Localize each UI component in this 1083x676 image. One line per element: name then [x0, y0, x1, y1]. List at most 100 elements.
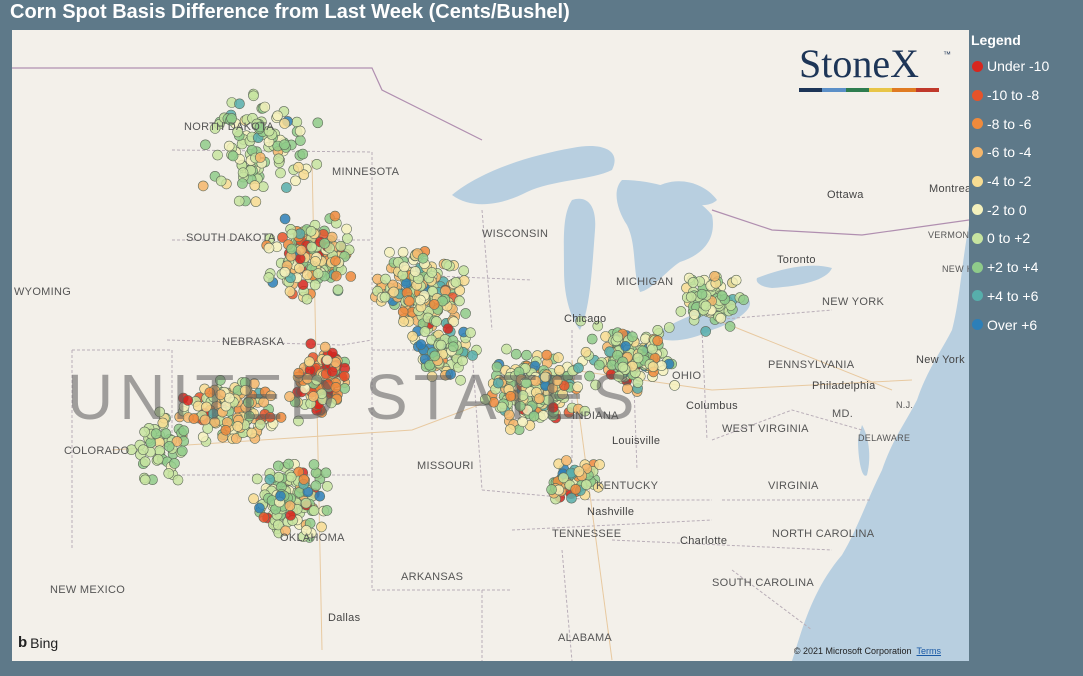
basis-marker[interactable] [283, 458, 294, 470]
basis-marker[interactable] [521, 349, 532, 361]
basis-marker[interactable] [561, 455, 572, 466]
basis-marker[interactable] [428, 299, 440, 310]
basis-marker[interactable] [284, 286, 296, 297]
basis-marker[interactable] [580, 479, 592, 491]
basis-marker[interactable] [293, 161, 304, 173]
basis-marker[interactable] [407, 330, 418, 342]
legend-item[interactable]: -4 to -2 [969, 167, 1079, 196]
basis-marker[interactable] [404, 295, 415, 307]
basis-marker[interactable] [306, 241, 318, 253]
basis-marker[interactable] [273, 471, 285, 483]
basis-marker[interactable] [441, 259, 452, 270]
basis-marker[interactable] [320, 467, 332, 479]
basis-marker[interactable] [251, 473, 263, 485]
terms-link[interactable]: Terms [917, 646, 942, 656]
basis-marker[interactable] [675, 306, 687, 317]
basis-marker[interactable] [286, 243, 298, 255]
basis-marker[interactable] [417, 253, 429, 264]
basis-marker[interactable] [409, 266, 421, 277]
basis-marker[interactable] [275, 490, 286, 502]
basis-marker[interactable] [738, 294, 749, 306]
basis-marker[interactable] [379, 291, 391, 303]
basis-marker[interactable] [297, 148, 309, 160]
basis-marker[interactable] [273, 153, 285, 165]
basis-marker[interactable] [663, 322, 675, 333]
basis-marker[interactable] [291, 116, 303, 128]
basis-marker[interactable] [250, 196, 262, 207]
basis-marker[interactable] [586, 333, 598, 345]
basis-marker[interactable] [249, 180, 261, 191]
legend-item[interactable]: +4 to +6 [969, 282, 1079, 311]
basis-marker[interactable] [342, 233, 353, 244]
basis-marker[interactable] [319, 341, 331, 353]
basis-marker[interactable] [700, 300, 712, 312]
basis-marker[interactable] [415, 339, 427, 350]
basis-marker[interactable] [279, 266, 291, 278]
basis-marker[interactable] [279, 139, 290, 150]
basis-marker[interactable] [285, 471, 297, 483]
basis-marker[interactable] [546, 484, 557, 495]
basis-marker[interactable] [305, 338, 317, 350]
basis-marker[interactable] [566, 492, 577, 504]
basis-marker[interactable] [294, 262, 305, 274]
basis-marker[interactable] [279, 118, 290, 129]
basis-marker[interactable] [227, 150, 239, 162]
basis-marker[interactable] [258, 512, 270, 523]
legend-item[interactable]: -8 to -6 [969, 109, 1079, 138]
basis-marker[interactable] [285, 510, 296, 521]
basis-marker[interactable] [308, 505, 320, 516]
basis-marker[interactable] [627, 331, 638, 343]
basis-marker[interactable] [281, 182, 292, 193]
basis-marker[interactable] [286, 228, 298, 240]
basis-marker[interactable] [419, 326, 431, 337]
basis-marker[interactable] [316, 521, 327, 533]
basis-marker[interactable] [152, 453, 164, 465]
basis-marker[interactable] [233, 195, 245, 207]
basis-marker[interactable] [398, 261, 410, 273]
basis-marker[interactable] [272, 460, 284, 472]
basis-marker[interactable] [688, 309, 700, 320]
basis-marker[interactable] [163, 441, 175, 452]
basis-marker[interactable] [264, 474, 276, 485]
basis-marker[interactable] [319, 238, 330, 249]
basis-marker[interactable] [709, 271, 720, 282]
basis-marker[interactable] [647, 361, 659, 373]
basis-marker[interactable] [730, 274, 742, 286]
basis-marker[interactable] [139, 456, 151, 468]
bing-attribution[interactable]: b Bing [18, 634, 58, 651]
basis-marker[interactable] [300, 497, 312, 509]
basis-marker[interactable] [301, 269, 313, 281]
basis-marker[interactable] [724, 321, 736, 332]
basis-marker[interactable] [329, 210, 341, 222]
basis-marker[interactable] [415, 294, 426, 306]
basis-marker[interactable] [321, 505, 333, 516]
basis-marker[interactable] [700, 326, 712, 337]
basis-marker[interactable] [294, 125, 306, 137]
basis-marker[interactable] [312, 117, 324, 129]
basis-marker[interactable] [442, 323, 454, 335]
basis-marker[interactable] [295, 135, 306, 146]
basis-marker[interactable] [301, 293, 313, 305]
basis-marker[interactable] [237, 178, 248, 189]
legend-item[interactable]: -6 to -4 [969, 138, 1079, 167]
legend-item[interactable]: +2 to +4 [969, 253, 1079, 282]
basis-marker[interactable] [139, 474, 151, 486]
basis-marker[interactable] [580, 346, 592, 358]
basis-marker[interactable] [612, 331, 624, 343]
basis-marker[interactable] [290, 175, 301, 187]
basis-marker[interactable] [255, 152, 266, 163]
basis-marker[interactable] [172, 474, 184, 486]
basis-marker[interactable] [234, 98, 245, 110]
basis-marker[interactable] [397, 306, 409, 318]
basis-marker[interactable] [332, 284, 344, 296]
basis-marker[interactable] [237, 167, 249, 178]
basis-marker[interactable] [169, 458, 180, 469]
basis-marker[interactable] [345, 271, 357, 282]
basis-marker[interactable] [458, 265, 470, 276]
basis-marker[interactable] [305, 226, 317, 237]
basis-marker[interactable] [314, 490, 326, 502]
basis-marker[interactable] [435, 339, 447, 351]
basis-marker[interactable] [397, 246, 409, 258]
basis-marker[interactable] [341, 223, 352, 235]
basis-marker[interactable] [696, 288, 708, 300]
